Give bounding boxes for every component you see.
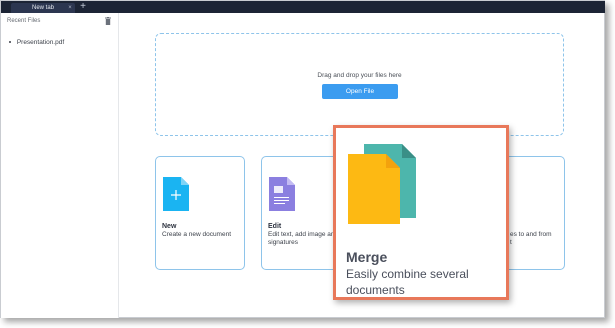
tab-bar: New tab × + — [1, 1, 605, 13]
sidebar-item-label: Presentation.pdf — [16, 39, 65, 46]
recent-files-sidebar: Recent Files Presentation.pdf — [1, 13, 119, 318]
new-title: New — [162, 223, 177, 230]
drop-prompt: Drag and drop your files here — [317, 72, 402, 79]
merge-desc: Easily combine several documents — [346, 267, 469, 297]
app-window: New tab × + Recent Files Presentation.pd… — [0, 0, 605, 318]
drop-zone[interactable]: Drag and drop your files here Open File — [155, 33, 564, 136]
tab-label: New tab — [31, 5, 54, 11]
merge-callout[interactable]: Merge Easily combine several documents — [333, 125, 509, 300]
new-desc: Create a new document — [162, 231, 232, 238]
merge-documents-icon — [348, 144, 416, 224]
edit-document-icon — [269, 177, 295, 211]
merge-title: Merge — [346, 249, 388, 265]
bullet-icon — [9, 41, 11, 44]
edit-title: Edit — [268, 223, 282, 230]
new-card[interactable]: New Create a new document — [155, 156, 245, 270]
close-icon[interactable]: × — [67, 3, 73, 13]
trash-icon[interactable] — [105, 17, 111, 25]
tab-new-tab[interactable]: New tab × — [11, 3, 75, 13]
split-desc: es to and from t — [510, 231, 552, 246]
open-file-button[interactable]: Open File — [322, 84, 398, 99]
sidebar-title: Recent Files — [7, 18, 41, 24]
sidebar-item-presentation[interactable]: Presentation.pdf — [9, 39, 64, 46]
new-document-icon — [163, 177, 189, 211]
add-tab-button[interactable]: + — [78, 2, 88, 12]
